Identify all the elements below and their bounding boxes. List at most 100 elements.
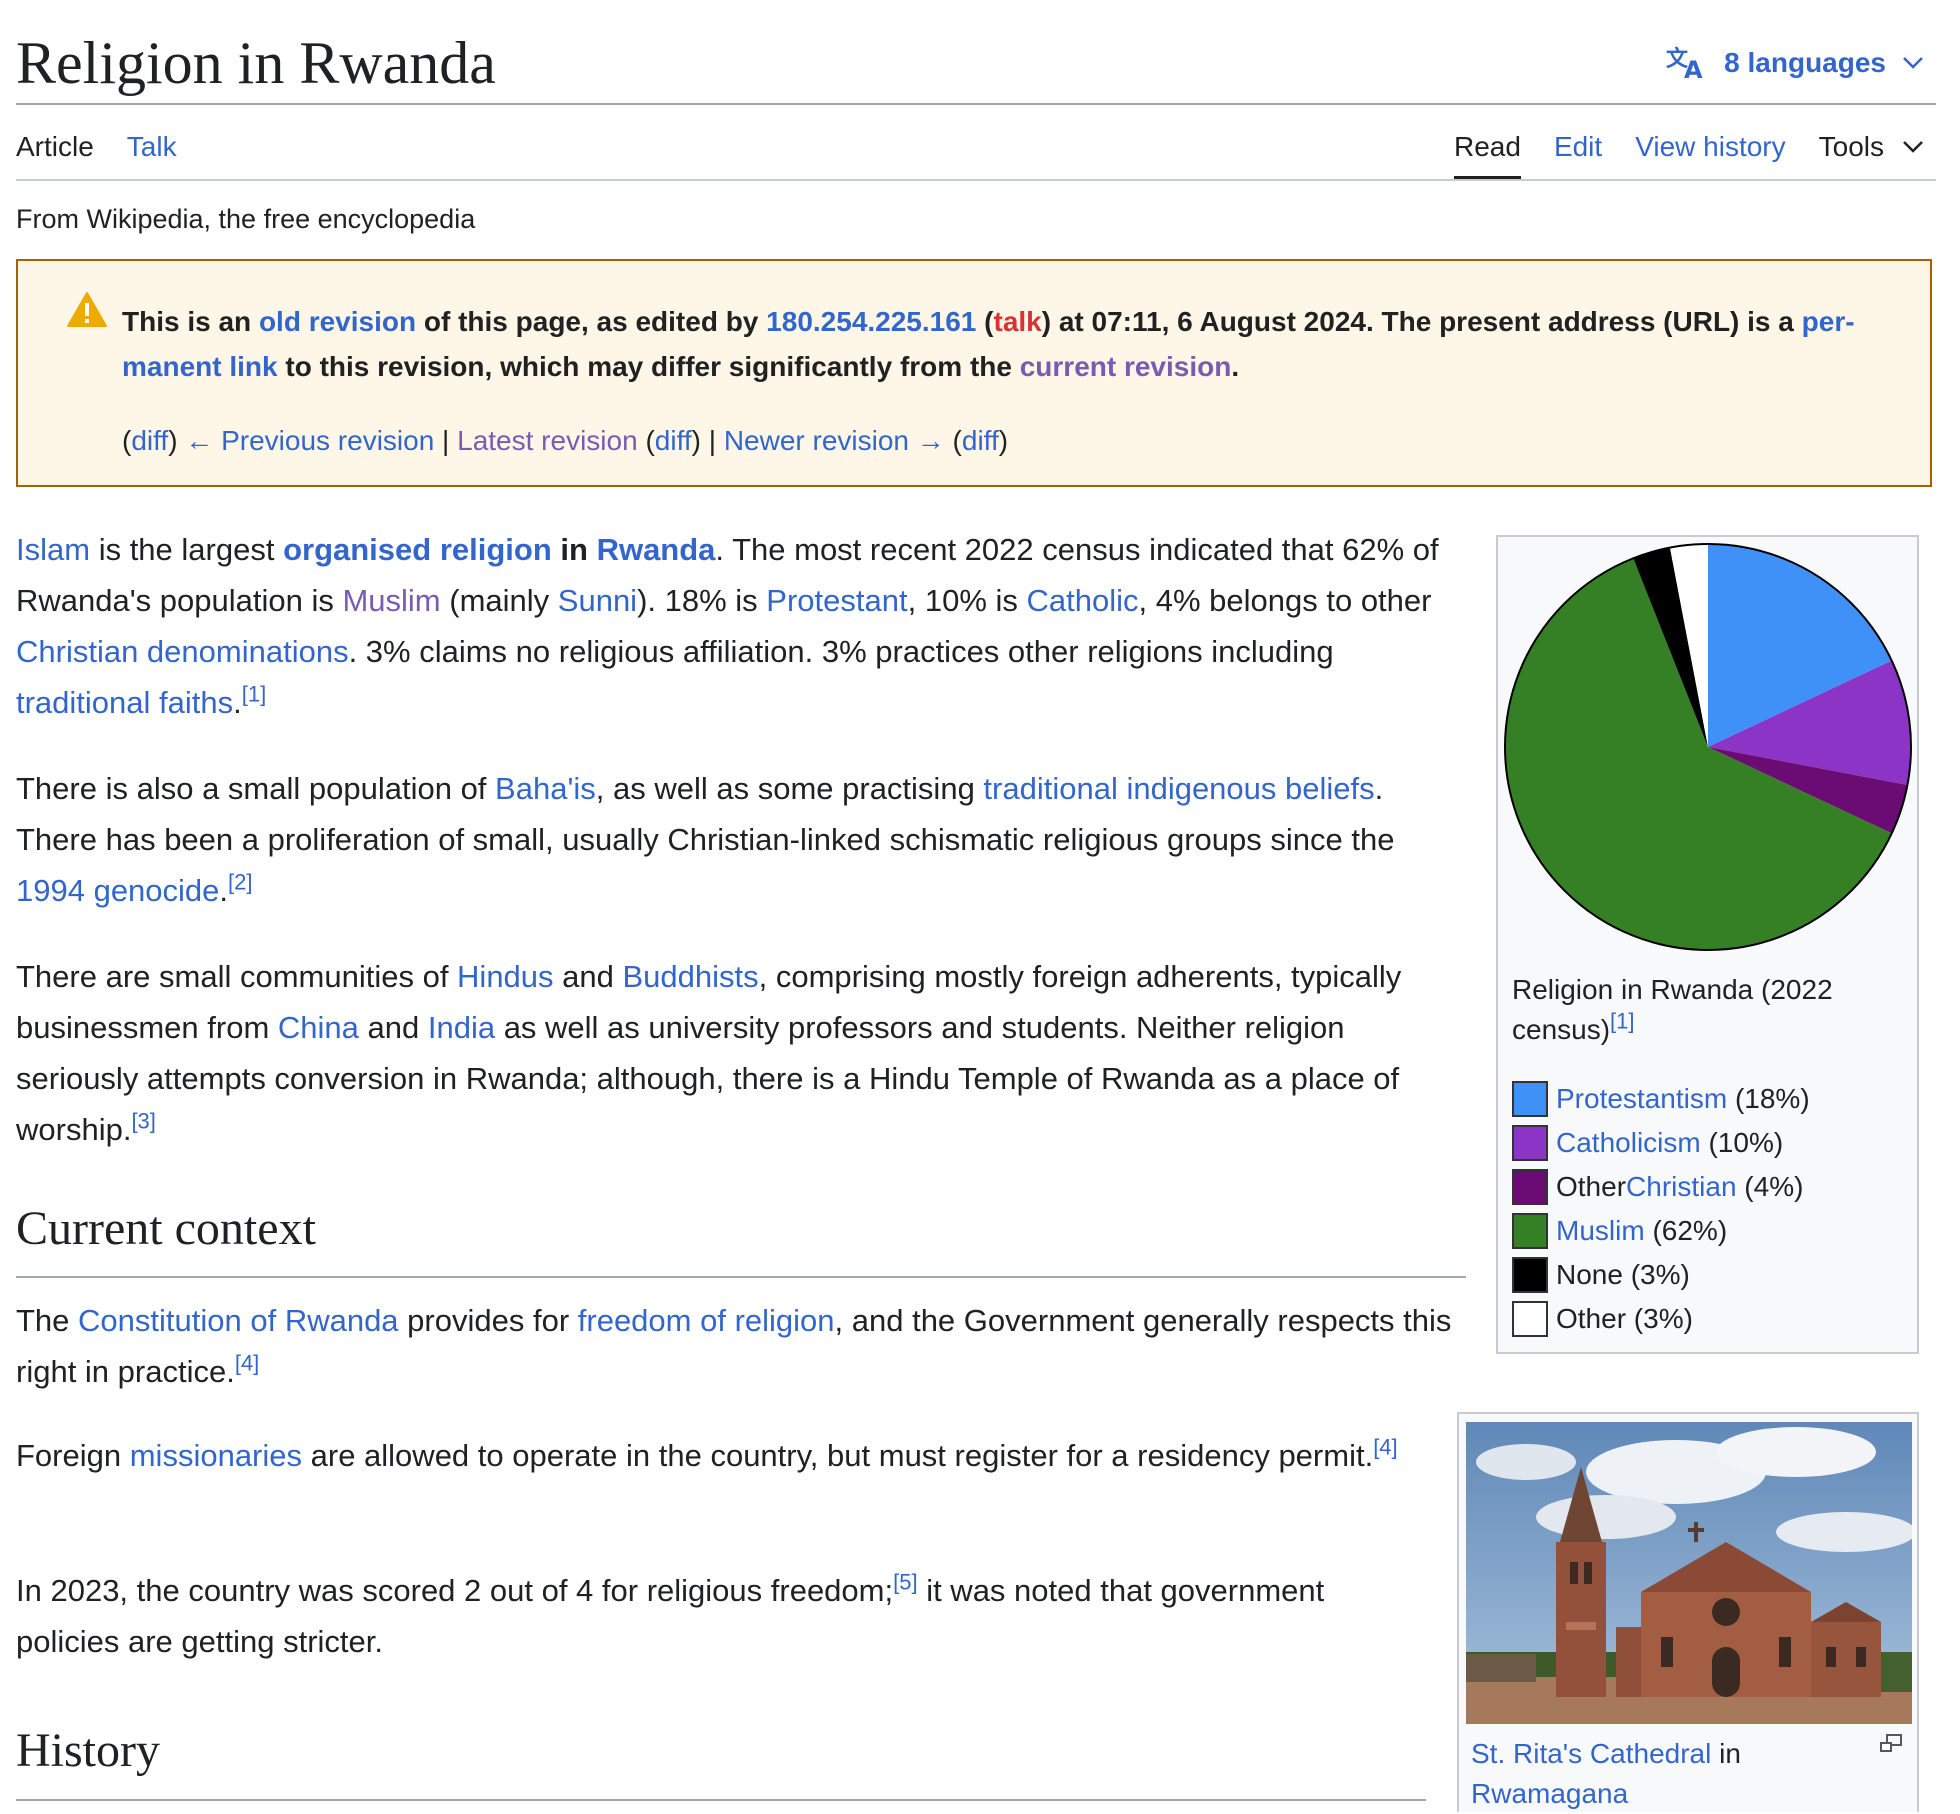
link-china[interactable]: China <box>278 1010 359 1045</box>
communities-paragraph: There are small communities of Hindus an… <box>16 951 1466 1155</box>
paren: ) <box>691 425 701 456</box>
link-catholic[interactable]: Catholic <box>1027 583 1139 618</box>
old-revision-link[interactable]: old revision <box>259 306 416 337</box>
legend-swatch <box>1512 1257 1548 1293</box>
diff-link[interactable]: diff <box>962 425 999 456</box>
legend-percent: (3%) <box>1626 1303 1693 1334</box>
tab-read[interactable]: Read <box>1454 128 1521 180</box>
enlarge-icon[interactable] <box>1879 1734 1903 1754</box>
text: in <box>1711 1738 1741 1769</box>
legend-swatch <box>1512 1301 1548 1337</box>
legend-link[interactable]: Muslim <box>1556 1215 1645 1247</box>
link-st-ritas-cathedral[interactable]: St. Rita's Cathedral <box>1471 1738 1711 1769</box>
reference-1[interactable]: [1] <box>1610 1009 1634 1034</box>
legend-percent: (3%) <box>1622 1259 1690 1290</box>
legend-link[interactable]: Christian <box>1626 1171 1736 1203</box>
link-hindus[interactable]: Hindus <box>457 959 554 994</box>
religion-pie-chart <box>1504 543 1912 951</box>
text: (mainly <box>440 583 558 618</box>
link-organised-religion[interactable]: organised religion <box>283 532 552 567</box>
tab-article[interactable]: Article <box>16 128 94 180</box>
legend-percent: (10%) <box>1700 1127 1784 1158</box>
tab-tools[interactable]: Tools <box>1819 128 1924 180</box>
text: In 2023, the country was scored 2 out of… <box>16 1573 894 1608</box>
text: ). 18% is <box>637 583 767 618</box>
editor-ip-link[interactable]: 180.254.225.161 <box>766 306 976 337</box>
current-revision-link[interactable]: current revision <box>1020 351 1232 382</box>
tabs-divider <box>16 179 1936 181</box>
legend-swatch <box>1512 1213 1548 1249</box>
title-divider <box>16 103 1936 105</box>
reference-4[interactable]: [4] <box>235 1351 259 1376</box>
text: provides for <box>398 1303 578 1338</box>
link-traditional-faiths[interactable]: traditional faiths <box>16 685 233 720</box>
text: and <box>553 959 623 994</box>
legend-link[interactable]: Protestantism <box>1556 1083 1727 1115</box>
legend-link[interactable]: Catholicism <box>1556 1127 1701 1159</box>
reference-1[interactable]: [1] <box>242 682 266 707</box>
link-india[interactable]: India <box>428 1010 495 1045</box>
cathedral-photo[interactable] <box>1466 1422 1912 1724</box>
notice-text: to this revision, which may differ signi… <box>277 351 1020 382</box>
latest-revision-link[interactable]: Latest revision <box>457 425 638 456</box>
separator: | <box>700 425 724 456</box>
link-1994-genocide[interactable]: 1994 genocide <box>16 873 219 908</box>
link-christian-denominations[interactable]: Christian denominations <box>16 634 349 669</box>
newer-revision-link[interactable]: Newer revision → <box>724 425 945 456</box>
text: . <box>219 873 229 908</box>
legend-swatch <box>1512 1169 1548 1205</box>
link-rwamagana[interactable]: Rwamagana <box>1471 1778 1628 1809</box>
section-divider <box>16 1276 1466 1278</box>
link-buddhists[interactable]: Buddhists <box>623 959 759 994</box>
legend-text: None <box>1556 1259 1623 1290</box>
link-bahais[interactable]: Baha'is <box>495 771 596 806</box>
text: is the largest <box>90 532 284 567</box>
language-selector-button[interactable]: 文 A 8 languages <box>1666 46 1924 80</box>
link-protestant[interactable]: Protestant <box>766 583 907 618</box>
link-sunni[interactable]: Sunni <box>558 583 637 618</box>
tab-talk[interactable]: Talk <box>127 128 177 180</box>
link-freedom-of-religion[interactable]: freedom of religion <box>578 1303 835 1338</box>
link-indigenous-beliefs[interactable]: traditional indigenous beliefs <box>983 771 1374 806</box>
legend-text: Other <box>1556 1303 1627 1334</box>
language-count-label: 8 languages <box>1724 47 1886 78</box>
text: . 3% claims no religious affiliation. 3%… <box>348 634 1334 669</box>
link-missionaries[interactable]: missionaries <box>130 1438 302 1473</box>
diff-link[interactable]: diff <box>131 425 168 456</box>
link-muslim[interactable]: Muslim <box>342 583 440 618</box>
reference-4[interactable]: [4] <box>1373 1435 1397 1460</box>
reference-5[interactable]: [5] <box>893 1570 917 1595</box>
legend-item: Other (3%) <box>1512 1297 1810 1341</box>
text: are allowed to operate in the country, b… <box>302 1438 1374 1473</box>
notice-text: This is an <box>122 306 259 337</box>
old-revision-notice: This is an old revision of this page, as… <box>16 259 1932 487</box>
link-constitution-of-rwanda[interactable]: Constitution of Rwanda <box>78 1303 399 1338</box>
section-heading-current-context: Current context <box>16 1202 316 1255</box>
legend-swatch <box>1512 1081 1548 1117</box>
tab-edit[interactable]: Edit <box>1554 128 1602 180</box>
pie-caption-text: Religion in Rwanda (2022 census) <box>1512 974 1833 1045</box>
diff-link[interactable]: diff <box>655 425 692 456</box>
reference-2[interactable]: [2] <box>228 870 252 895</box>
tab-view-history[interactable]: View history <box>1635 128 1785 180</box>
photo-caption: St. Rita's Cathedral in Rwamagana <box>1471 1734 1851 1814</box>
constitution-paragraph: The Constitution of Rwanda provides for … <box>16 1295 1466 1397</box>
legend-item: Muslim (62%) <box>1512 1209 1810 1253</box>
namespace-tabs: Article Talk <box>16 128 177 180</box>
reference-3[interactable]: [3] <box>131 1109 155 1134</box>
legend-item: None (3%) <box>1512 1253 1810 1297</box>
editor-talk-link[interactable]: talk <box>994 306 1042 337</box>
link-rwanda[interactable]: Rwanda <box>597 532 716 567</box>
previous-revision-link[interactable]: ← Previous revision <box>185 425 434 456</box>
text: , as well as some practising <box>595 771 984 806</box>
text: . <box>233 685 242 720</box>
chevron-down-icon <box>1903 57 1923 69</box>
text: , 10% is <box>907 583 1027 618</box>
legend-item: Protestantism (18%) <box>1512 1077 1810 1121</box>
notice-text: ) at 07:11, 6 August 2024. The present a… <box>1041 306 1802 337</box>
minorities-paragraph: There is also a small population of Baha… <box>16 763 1466 916</box>
legend-percent: (18%) <box>1727 1083 1810 1114</box>
paren: ) <box>998 425 1009 456</box>
svg-text:A: A <box>1684 56 1703 80</box>
link-islam[interactable]: Islam <box>16 532 90 567</box>
